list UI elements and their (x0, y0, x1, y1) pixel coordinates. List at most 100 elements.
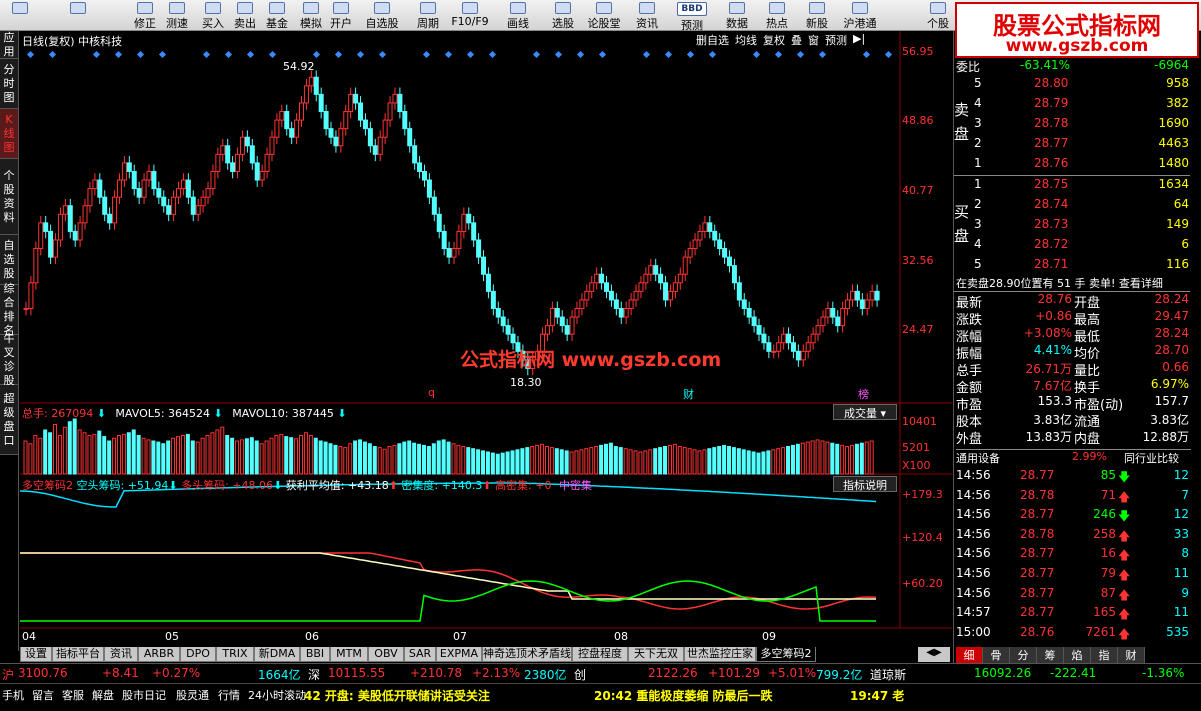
sidebar-item-7[interactable]: 超级盘口 (0, 385, 18, 455)
bottom-tab-15[interactable]: 世杰监控庄家 (684, 647, 756, 662)
right-tab-4[interactable]: 焰 (1064, 647, 1091, 663)
bottom-tab-2[interactable]: 资讯 (104, 647, 138, 662)
toolbar-button-15[interactable]: 资讯 (628, 1, 666, 30)
footer-item-0[interactable]: 手机 (2, 687, 24, 703)
toolbar-button-5[interactable]: 卖出 (230, 1, 260, 30)
candle-body (392, 93, 398, 104)
industry-compare-button[interactable]: 同行业比较 (1124, 450, 1179, 466)
toolbar-button-3[interactable]: 测速 (162, 1, 192, 30)
bottom-tab-14[interactable]: 天下无双 (628, 647, 684, 662)
right-tab-2[interactable]: 分 (1010, 647, 1037, 663)
sidebar-item-0[interactable]: 应用 (0, 31, 18, 59)
indicator-help-button[interactable]: 指标说明 (833, 476, 897, 492)
bottom-tab-3[interactable]: ARBR (138, 647, 180, 662)
right-tab-1[interactable]: 骨 (983, 647, 1010, 663)
arrow-up-icon: 🡅 (1118, 587, 1131, 602)
price[interactable]: 28.74 (1034, 197, 1068, 211)
price[interactable]: 28.79 (1034, 96, 1068, 110)
volume-bar (210, 432, 215, 475)
tab-scroll[interactable]: ◀▶ (918, 647, 950, 662)
sidebar-item-3[interactable]: 个股资料 (0, 159, 18, 235)
tick-volume: 71 (1100, 487, 1116, 502)
order-status[interactable]: 在卖盘28.90位置有 51 手 卖单! 查看详细 (956, 275, 1163, 291)
footer-item-6[interactable]: 行情 (218, 687, 240, 703)
toolbar-button-0[interactable] (0, 1, 40, 30)
toolbar-button-4[interactable]: 买入 (198, 1, 228, 30)
bottom-tab-12[interactable]: 神奇选顶术矛盾线 (482, 647, 572, 662)
footer-item-7[interactable]: 24小时滚动 (248, 687, 306, 703)
bottom-tab-13[interactable]: 控盘程度 (572, 647, 628, 662)
price[interactable]: 28.75 (1034, 177, 1068, 191)
weibi-pct: -63.41% (1020, 58, 1071, 72)
toolbar-button-6[interactable]: 基金 (262, 1, 292, 30)
toolbar-button-2[interactable]: 修正 (130, 1, 160, 30)
sidebar-item-6[interactable]: 牛叉诊股 (0, 332, 18, 387)
news-ticker-2[interactable]: 20:42 重能极度萎缩 防最后一跌 (594, 687, 773, 704)
price[interactable]: 28.80 (1034, 76, 1068, 90)
volume-bar (48, 432, 53, 475)
toolbar-button-8[interactable]: 开户 (326, 1, 356, 30)
toolbar-button-16[interactable]: BBD 预测 (670, 1, 714, 32)
sz-change: +210.78 (410, 666, 463, 680)
bottom-tab-1[interactable]: 指标平台 (52, 647, 104, 662)
right-tab-6[interactable]: 财 (1118, 647, 1145, 663)
bottom-tab-5[interactable]: TRIX (216, 647, 254, 662)
candle-body (554, 307, 560, 318)
footer-item-2[interactable]: 客服 (62, 687, 84, 703)
toolbar-button-13[interactable]: 选股 (546, 1, 580, 30)
bottom-tab-9[interactable]: OBV (368, 647, 404, 662)
stat-value: 26.71万 (1025, 362, 1072, 376)
price[interactable]: 28.77 (1034, 136, 1068, 150)
toolbar-button-11[interactable]: F10/F9 (448, 1, 492, 30)
price[interactable]: 28.71 (1034, 257, 1068, 271)
volume-bar (318, 440, 323, 475)
toolbar-button-12[interactable]: 画线 (498, 1, 538, 30)
sidebar-item-5[interactable]: 综合排名 (0, 282, 18, 337)
right-tab-5[interactable]: 指 (1091, 647, 1118, 663)
toolbar-button-18[interactable]: 热点 (760, 1, 794, 30)
stat-value: 4.41% (1033, 343, 1072, 357)
order-row: 4 28.72 6 (956, 237, 1191, 256)
draw-icon (510, 2, 526, 14)
toolbar-button-14[interactable]: 论股堂 (584, 1, 624, 30)
footer-item-3[interactable]: 解盘 (92, 687, 114, 703)
toolbar-button-17[interactable]: 数据 (720, 1, 754, 30)
bottom-tab-11[interactable]: EXPMA (436, 647, 482, 662)
footer-item-1[interactable]: 留言 (32, 687, 54, 703)
toolbar-button-1[interactable] (58, 1, 98, 30)
footer-item-4[interactable]: 股市日记 (122, 687, 166, 703)
volume-bar (235, 440, 240, 475)
right-tab-3[interactable]: 筹 (1037, 647, 1064, 663)
bottom-tab-10[interactable]: SAR (404, 647, 436, 662)
toolbar-button-9[interactable]: 自选股 (362, 1, 402, 30)
toolbar-button-21[interactable]: 个股 (920, 1, 956, 30)
price[interactable]: 28.78 (1034, 116, 1068, 130)
industry-name[interactable]: 通用设备 (956, 450, 1000, 466)
bottom-tab-16[interactable]: 多空筹码2 (756, 647, 816, 662)
order-row: 2 28.74 64 (956, 197, 1191, 216)
bottom-tab-7[interactable]: BBI (300, 647, 330, 662)
bottom-tab-8[interactable]: MTM (330, 647, 368, 662)
bottom-tab-6[interactable]: 新DMA (254, 647, 300, 662)
sidebar-item-4[interactable]: 自选股 (0, 235, 18, 285)
candle-body (195, 205, 201, 215)
volume-bar (92, 433, 97, 475)
right-tab-0[interactable]: 细 (956, 647, 983, 663)
sidebar-item-1[interactable]: 分时图 (0, 59, 18, 109)
toolbar-button-10[interactable]: 周期 (410, 1, 446, 30)
price[interactable]: 28.73 (1034, 217, 1068, 231)
toolbar-button-19[interactable]: 新股 (800, 1, 834, 30)
toolbar-button-7[interactable]: 模拟 (296, 1, 326, 30)
news-ticker-1[interactable]: 42 开盘: 美股低开联储讲话受关注 (304, 687, 490, 704)
stat-value: 3.83亿 (1150, 413, 1189, 427)
bottom-tab-0[interactable]: 设置 (20, 647, 52, 662)
price[interactable]: 28.76 (1034, 156, 1068, 170)
level: 3 (974, 116, 982, 130)
price[interactable]: 28.72 (1034, 237, 1068, 251)
footer-item-5[interactable]: 股灵通 (176, 687, 209, 703)
weibi-diff: -6964 (1154, 58, 1189, 72)
sidebar-item-2[interactable]: K线图 (0, 109, 18, 159)
bottom-tab-4[interactable]: DPO (180, 647, 216, 662)
volume-dropdown[interactable]: 成交量 ▾ (833, 404, 897, 420)
toolbar-button-20[interactable]: 沪港通 (840, 1, 880, 30)
